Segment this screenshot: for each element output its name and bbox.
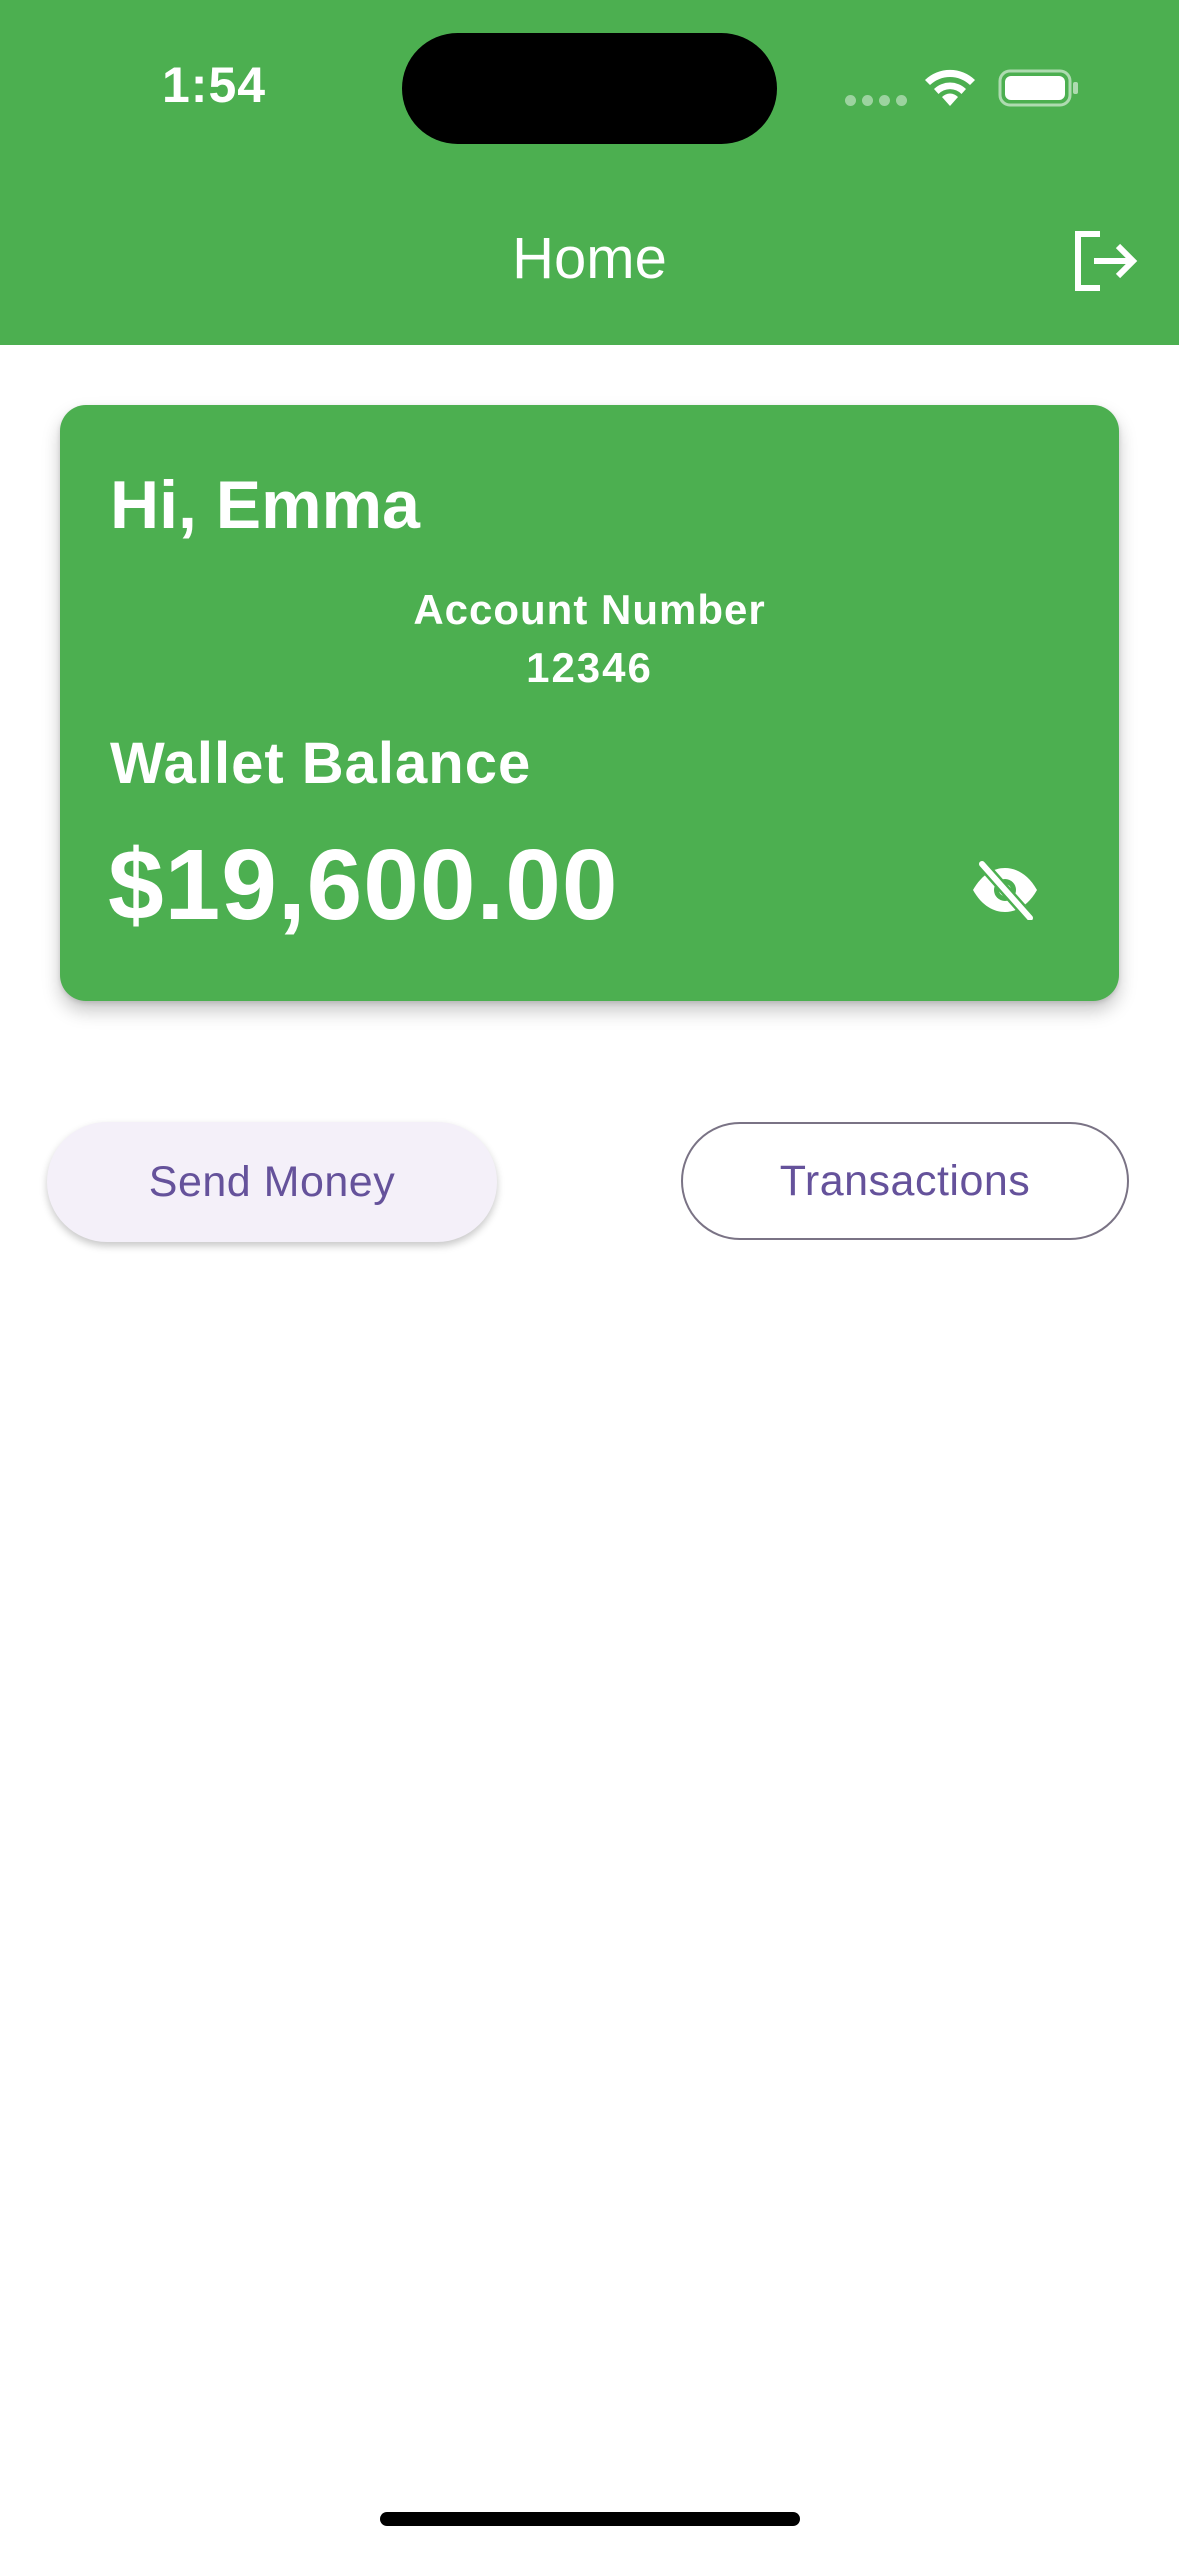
wallet-balance-label: Wallet Balance (110, 731, 532, 796)
transactions-button[interactable]: Transactions (681, 1122, 1129, 1240)
logout-icon (1075, 231, 1138, 291)
balance-card: Hi, Emma Account Number 12346 Wallet Bal… (60, 405, 1119, 1001)
wallet-balance-amount: $19,600.00 (108, 829, 619, 941)
status-time: 1:54 (162, 57, 267, 113)
account-number-label: Account Number (413, 586, 766, 633)
page-title: Home (512, 226, 667, 291)
battery-icon (998, 69, 1078, 107)
logout-button[interactable] (1070, 228, 1140, 294)
home-indicator[interactable] (380, 2512, 800, 2526)
balance-visibility-toggle[interactable] (960, 845, 1050, 935)
signal-icon (845, 95, 907, 106)
eye-off-icon (973, 860, 1037, 920)
dynamic-island (402, 33, 777, 144)
app-header: 1:54 Home (0, 0, 1179, 345)
greeting-text: Hi, Emma (110, 467, 420, 543)
home-screen: 1:54 Home Hi, Emma Account Number 12346 … (0, 0, 1179, 2556)
send-money-button[interactable]: Send Money (47, 1122, 497, 1242)
account-number-value: 12346 (526, 644, 653, 691)
wifi-icon (925, 69, 975, 106)
